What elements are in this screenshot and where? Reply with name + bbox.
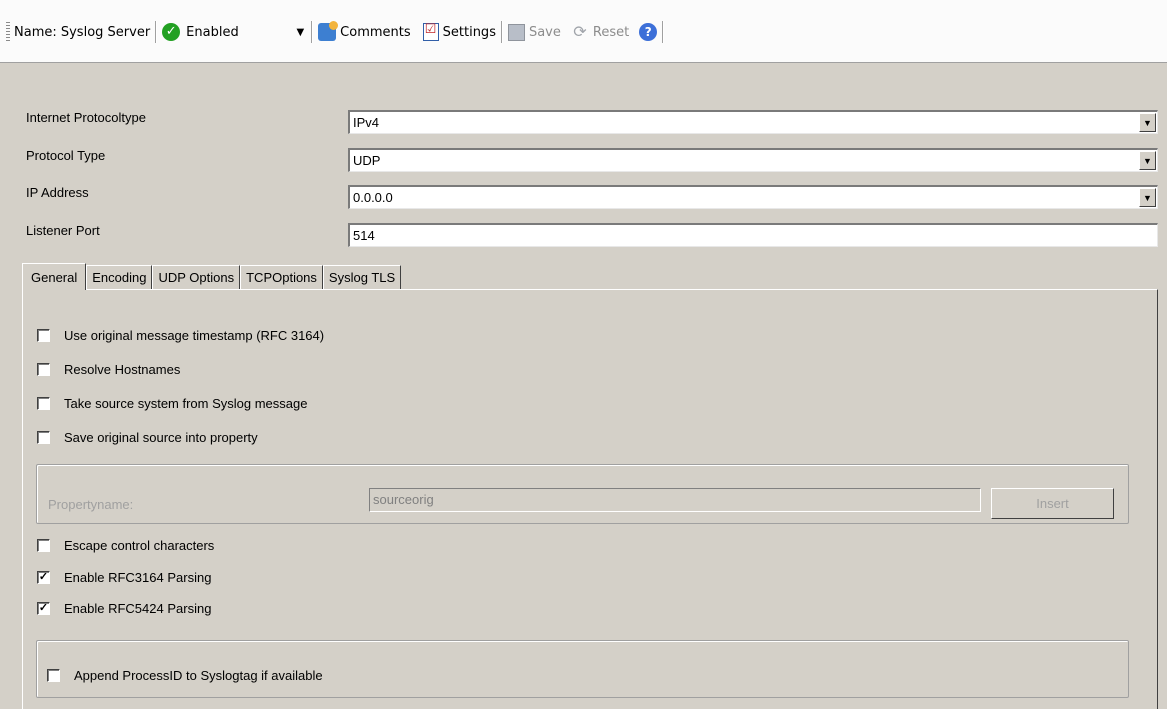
- take-source-system-option[interactable]: Take source system from Syslog message: [37, 396, 307, 411]
- ip-address-label: IP Address: [26, 185, 89, 200]
- comments-button[interactable]: Comments: [318, 21, 411, 41]
- tab-tcp-options[interactable]: TCPOptions: [240, 265, 323, 289]
- propertyname-input[interactable]: sourceorig: [369, 488, 981, 512]
- save-original-source-label: Save original source into property: [64, 430, 258, 445]
- toolbar: Name: Syslog Server ✓ Enabled ▼ Comments…: [0, 0, 1167, 63]
- escape-control-checkbox[interactable]: [37, 539, 50, 552]
- tab-udp-options[interactable]: UDP Options: [152, 265, 241, 289]
- ip-address-value: 0.0.0.0: [353, 190, 393, 205]
- settings-button[interactable]: Settings: [422, 22, 496, 41]
- escape-control-option[interactable]: Escape control characters: [37, 538, 214, 553]
- help-icon[interactable]: ?: [639, 23, 658, 41]
- name-label: Name: Syslog Server: [14, 24, 151, 40]
- enabled-check-icon: ✓: [162, 23, 181, 41]
- ip-protocol-label: Internet Protocoltype: [26, 110, 146, 125]
- toolbar-separator: [155, 21, 158, 43]
- toolbar-row: Name: Syslog Server ✓ Enabled ▼ Comments…: [0, 18, 1167, 46]
- save-original-source-option[interactable]: Save original source into property: [37, 430, 258, 445]
- enable-rfc5424-checkbox[interactable]: ✓: [37, 602, 50, 615]
- escape-control-label: Escape control characters: [64, 538, 215, 553]
- take-source-system-checkbox[interactable]: [37, 397, 50, 410]
- save-original-source-checkbox[interactable]: [37, 431, 50, 444]
- comments-icon: [318, 21, 339, 41]
- ip-address-select[interactable]: 0.0.0.0 ▼: [348, 185, 1158, 209]
- status-dropdown[interactable]: Enabled ▼: [182, 21, 306, 43]
- comments-button-label: Comments: [340, 24, 411, 40]
- tab-encoding[interactable]: Encoding: [86, 265, 153, 289]
- settings-icon: [422, 22, 439, 41]
- tab-syslog-tls[interactable]: Syslog TLS: [322, 265, 402, 289]
- listener-port-input[interactable]: 514: [348, 223, 1158, 247]
- toolbar-grip[interactable]: [6, 22, 10, 42]
- enable-rfc3164-label: Enable RFC3164 Parsing: [64, 570, 212, 585]
- append-processid-label: Append ProcessID to Syslogtag if availab…: [74, 668, 323, 683]
- toolbar-separator: [311, 21, 314, 43]
- save-disk-icon: [507, 23, 525, 41]
- tab-strip: General Encoding UDP Options TCPOptions …: [22, 263, 402, 290]
- enable-rfc5424-label: Enable RFC5424 Parsing: [64, 601, 212, 616]
- use-original-timestamp-label: Use original message timestamp (RFC 3164…: [64, 328, 325, 343]
- chevron-down-icon[interactable]: ▼: [1139, 151, 1156, 170]
- resolve-hostnames-label: Resolve Hostnames: [64, 362, 181, 377]
- reset-icon: ⟳: [573, 22, 587, 41]
- enable-rfc5424-option[interactable]: ✓ Enable RFC5424 Parsing: [37, 601, 211, 616]
- use-original-timestamp-option[interactable]: Use original message timestamp (RFC 3164…: [37, 328, 324, 343]
- chevron-down-icon: ▼: [296, 26, 305, 38]
- append-processid-checkbox[interactable]: [47, 669, 60, 682]
- reset-button-label: Reset: [592, 24, 630, 40]
- toolbar-separator: [500, 21, 503, 43]
- protocol-type-label: Protocol Type: [26, 148, 106, 163]
- status-dropdown-value: Enabled: [186, 24, 239, 40]
- tab-general[interactable]: General: [22, 263, 87, 290]
- chevron-down-icon[interactable]: ▼: [1139, 113, 1156, 132]
- enable-rfc3164-option[interactable]: ✓ Enable RFC3164 Parsing: [37, 570, 211, 585]
- protocol-type-select[interactable]: UDP ▼: [348, 148, 1158, 172]
- save-button[interactable]: Save: [507, 23, 561, 41]
- ip-protocol-value: IPv4: [353, 115, 380, 130]
- listener-port-label: Listener Port: [26, 223, 100, 238]
- ip-protocol-select[interactable]: IPv4 ▼: [348, 110, 1158, 134]
- resolve-hostnames-option[interactable]: Resolve Hostnames: [37, 362, 180, 377]
- settings-button-label: Settings: [442, 24, 496, 40]
- use-original-timestamp-checkbox[interactable]: [37, 329, 50, 342]
- protocol-type-value: UDP: [353, 153, 381, 168]
- enable-rfc3164-checkbox[interactable]: ✓: [37, 571, 50, 584]
- take-source-system-label: Take source system from Syslog message: [64, 396, 308, 411]
- chevron-down-icon[interactable]: ▼: [1139, 188, 1156, 207]
- reset-button[interactable]: ⟳ Reset: [571, 23, 629, 41]
- insert-button[interactable]: Insert: [991, 488, 1114, 519]
- propertyname-label: Propertyname:: [48, 497, 134, 512]
- resolve-hostnames-checkbox[interactable]: [37, 363, 50, 376]
- toolbar-separator: [662, 21, 665, 43]
- listener-port-value: 514: [353, 228, 375, 243]
- save-button-label: Save: [528, 24, 561, 40]
- append-processid-option[interactable]: Append ProcessID to Syslogtag if availab…: [47, 668, 323, 683]
